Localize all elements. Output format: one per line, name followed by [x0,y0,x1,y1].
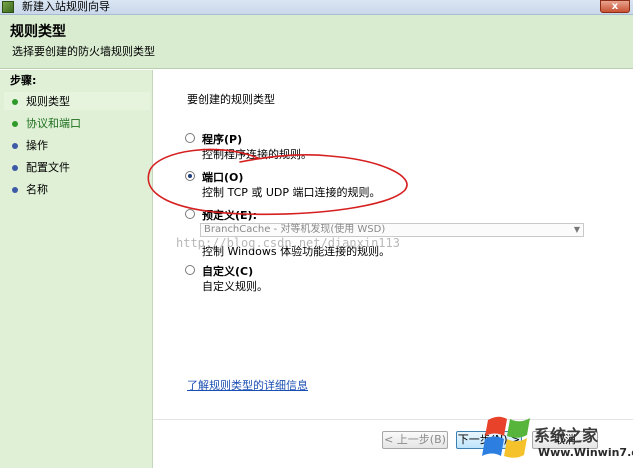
step-label: 协议和端口 [26,117,81,130]
page-subtitle: 选择要创建的防火墙规则类型 [12,45,155,58]
option-description: 自定义规则。 [202,280,268,293]
option-description: 控制 TCP 或 UDP 端口连接的规则。 [202,186,381,199]
predefined-select[interactable]: BranchCache - 对等机发现(使用 WSD) ▼ [200,223,584,237]
step-bullet-icon [12,187,18,193]
step-bullet-icon [12,99,18,105]
step-bullet-icon [12,143,18,149]
page-title: 规则类型 [10,24,66,40]
option-description: 控制程序连接的规则。 [202,148,312,161]
window-title: 新建入站规则向导 [22,0,110,13]
steps-panel: 步骤: 规则类型 协议和端口 操作 配置文件 名称 [0,70,153,468]
predefined-select-value: BranchCache - 对等机发现(使用 WSD) [204,224,386,235]
step-label: 配置文件 [26,161,70,174]
wizard-header: 规则类型 选择要创建的防火墙规则类型 [0,15,633,69]
program-radio[interactable] [185,133,195,143]
windows-flag-icon [482,416,530,458]
title-bar: 新建入站规则向导 x [0,0,633,15]
site-logo: 系统之家 Www.Winwin7.com [478,402,633,468]
back-button[interactable]: < 上一步(B) [382,431,448,449]
option-label: 端口(O) [202,171,244,184]
rule-type-prompt: 要创建的规则类型 [187,93,275,106]
step-label: 操作 [26,139,48,152]
close-button[interactable]: x [600,0,630,13]
learn-more-link[interactable]: 了解规则类型的详细信息 [187,377,308,393]
blog-watermark: http://blog.csdn.net/dianxin113 [176,236,400,250]
firewall-icon [2,1,14,13]
option-label: 预定义(E): [202,209,257,222]
chevron-down-icon: ▼ [573,225,580,234]
brand-name: 系统之家 [534,426,599,445]
steps-title: 步骤: [10,74,37,87]
predefined-radio[interactable] [185,209,195,219]
step-label: 名称 [26,183,48,196]
option-label: 自定义(C) [202,265,254,278]
custom-radio[interactable] [185,265,195,275]
option-label: 程序(P) [202,133,243,146]
step-label: 规则类型 [26,95,70,108]
step-bullet-icon [12,121,18,127]
brand-url: Www.Winwin7.com [538,446,633,459]
port-radio[interactable] [185,171,195,181]
step-bullet-icon [12,165,18,171]
